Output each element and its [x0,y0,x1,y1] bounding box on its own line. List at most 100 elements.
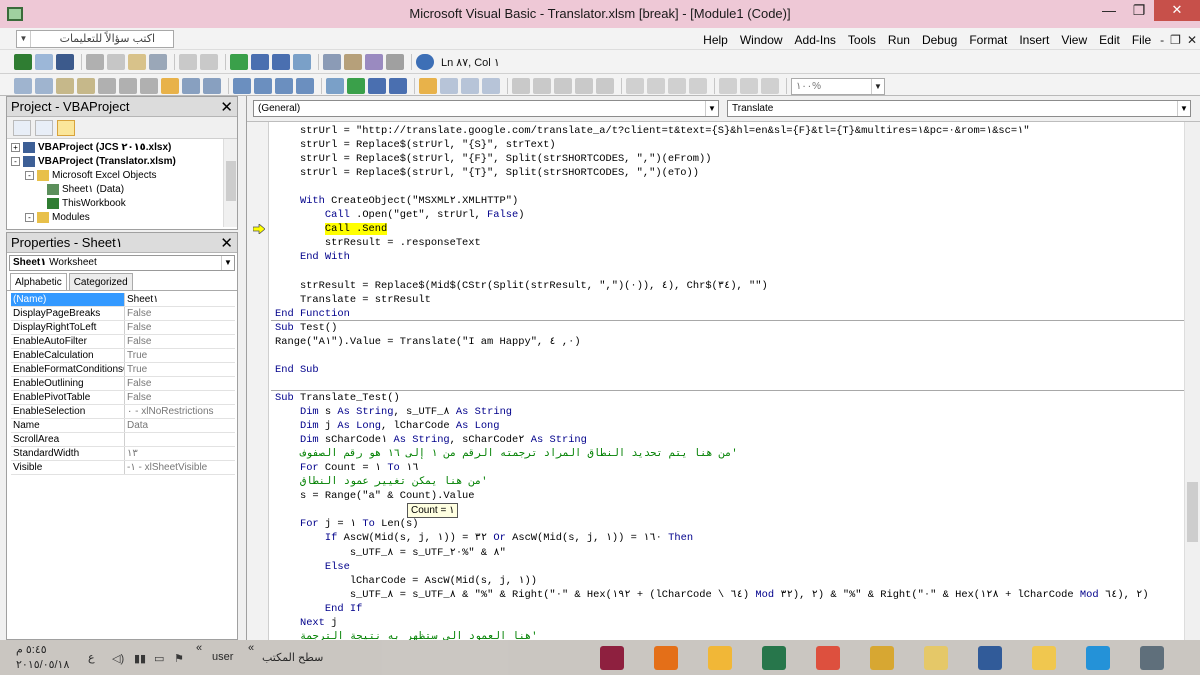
property-value[interactable]: ٠ - xlNoRestrictions [125,405,235,418]
tree-node[interactable]: + VBAProject (JCS ٢٠١٥.xlsx) [11,141,171,155]
tree-node[interactable]: - VBAProject (Translator.xlsm) [11,155,176,169]
tab-categorized[interactable]: Categorized [68,273,133,290]
code-line[interactable]: End With [275,250,350,264]
menu-insert[interactable]: Insert [1013,33,1055,47]
tree-node[interactable]: - Microsoft Excel Objects [25,169,156,183]
design-mode-icon[interactable] [293,54,311,70]
paint-icon[interactable] [698,642,742,673]
locals-window-icon[interactable] [512,78,530,94]
menu-edit[interactable]: Edit [1093,33,1126,47]
cut-icon[interactable] [86,54,104,70]
complete-word-icon[interactable] [98,78,116,94]
toggle-folders-icon[interactable] [57,119,75,136]
property-row[interactable]: StandardWidth ١٣ [11,447,235,461]
menu-debug[interactable]: Debug [916,33,963,47]
property-row[interactable]: (Name) Sheet١ [11,293,235,307]
close-icon[interactable]: ✕ [220,234,233,252]
list-properties-icon[interactable] [14,78,32,94]
view-code-icon[interactable] [13,119,31,136]
continue-icon[interactable] [347,78,365,94]
show-hidden-chevron[interactable]: « [196,642,202,654]
close-icon[interactable]: ✕ [220,98,233,116]
run-icon[interactable] [230,54,248,70]
view-excel-icon[interactable] [14,54,32,70]
ungroup-icon[interactable] [689,78,707,94]
property-row[interactable]: EnableSelection ٠ - xlNoRestrictions [11,405,235,419]
property-value[interactable] [125,433,235,446]
property-row[interactable]: EnablePivotTable False [11,391,235,405]
tree-node[interactable]: Sheet١ (Data) [47,183,124,197]
insert-userform-icon[interactable] [35,54,53,70]
object-combo[interactable]: (General) ▼ [253,100,719,117]
redo-icon[interactable] [200,54,218,70]
indent-icon[interactable] [119,78,137,94]
tree-node[interactable]: ThisWorkbook [47,197,126,211]
code-line[interactable]: Dim sCharCode١ As String, sCharCode٢ As … [275,433,587,447]
tree-node[interactable]: - Modules [25,211,90,225]
property-value[interactable]: Sheet١ [125,293,235,306]
code-line[interactable]: End Sub [275,363,319,377]
menu-format[interactable]: Format [963,33,1013,47]
bring-to-front-icon[interactable] [626,78,644,94]
property-value[interactable]: False [125,307,235,320]
paste-icon[interactable] [128,54,146,70]
menu-run[interactable]: Run [882,33,916,47]
project-explorer-icon[interactable] [323,54,341,70]
group-icon[interactable] [668,78,686,94]
code-line[interactable]: End Function [275,307,350,321]
code-line[interactable]: strResult = Replace$(Mid$(CStr(Split(str… [275,279,768,293]
code-line[interactable]: Call .Send [275,222,388,236]
menu-file[interactable]: File [1126,33,1157,47]
doc-close-button[interactable]: ✕ [1184,33,1200,47]
outdent-icon[interactable] [140,78,158,94]
menu-tools[interactable]: Tools [842,33,882,47]
pause-icon[interactable] [368,78,386,94]
code-editor[interactable]: strUrl = "http://translate.google.com/tr… [271,122,1185,640]
property-value[interactable]: False [125,377,235,390]
parameter-info-icon[interactable] [77,78,95,94]
procedure-combo[interactable]: Translate ▼ [727,100,1191,117]
tree-scrollbar[interactable] [223,139,237,227]
step-out-icon[interactable] [482,78,500,94]
list-constants-icon[interactable] [35,78,53,94]
folders-icon[interactable] [914,642,958,673]
previous-bookmark-icon[interactable] [275,78,293,94]
uncomment-block-icon[interactable] [203,78,221,94]
desktop-toolbar[interactable]: سطح المكتب [262,651,323,664]
internet-explorer-icon[interactable] [1076,642,1120,673]
object-select[interactable]: Sheet١ Worksheet ▼ [9,255,235,271]
volume-icon[interactable]: ◁) [112,652,124,665]
winrar-icon[interactable] [590,642,634,673]
code-line[interactable]: strUrl = "http://translate.google.com/tr… [275,124,1030,138]
indicator-margin[interactable] [247,122,269,640]
code-line[interactable]: For j = ١ To Len(s) [275,517,419,531]
code-line[interactable]: s_UTF_٨ = s_UTF_٨ & "%٢٠" [275,546,506,560]
watch-window-icon[interactable] [554,78,572,94]
code-line[interactable]: Translate = strResult [275,293,431,307]
code-line[interactable]: Dim s As String, s_UTF_٨ As String [275,405,512,419]
flag-icon[interactable]: ⚑ [174,652,186,665]
undo-icon[interactable] [179,54,197,70]
property-row[interactable]: ScrollArea [11,433,235,447]
chevron-down-icon[interactable]: ▼ [221,256,234,270]
break-icon[interactable] [251,54,269,70]
battery-icon[interactable]: ▭ [154,652,166,665]
center-icon[interactable] [740,78,758,94]
code-line[interactable]: strUrl = Replace$(strUrl, "{S}", strText… [275,138,556,152]
menu-view[interactable]: View [1055,33,1093,47]
doc-minimize-button[interactable]: - [1157,33,1167,47]
chrome-icon[interactable] [806,642,850,673]
word-icon[interactable] [968,642,1012,673]
tab-alphabetic[interactable]: Alphabetic [10,273,67,290]
code-line[interactable]: For Count = ١ To ١٦ [275,461,419,475]
code-line[interactable]: With CreateObject("MSXML٢.XMLHTTP") [275,194,518,208]
file-explorer-icon[interactable] [1022,642,1066,673]
property-value[interactable]: ١٣ [125,447,235,460]
design-mode-icon-2[interactable] [326,78,344,94]
code-line[interactable]: Call .Open("get", strUrl, False) [275,208,525,222]
send-to-back-icon[interactable] [647,78,665,94]
step-over-icon[interactable] [461,78,479,94]
chevron-down-icon[interactable]: ▼ [705,101,718,116]
code-line[interactable]: 'هنا العمود الى ستظهر به نتيجة الترجمة [275,630,538,640]
code-line[interactable]: Range("A١").Value = Translate("I am Happ… [275,335,581,349]
